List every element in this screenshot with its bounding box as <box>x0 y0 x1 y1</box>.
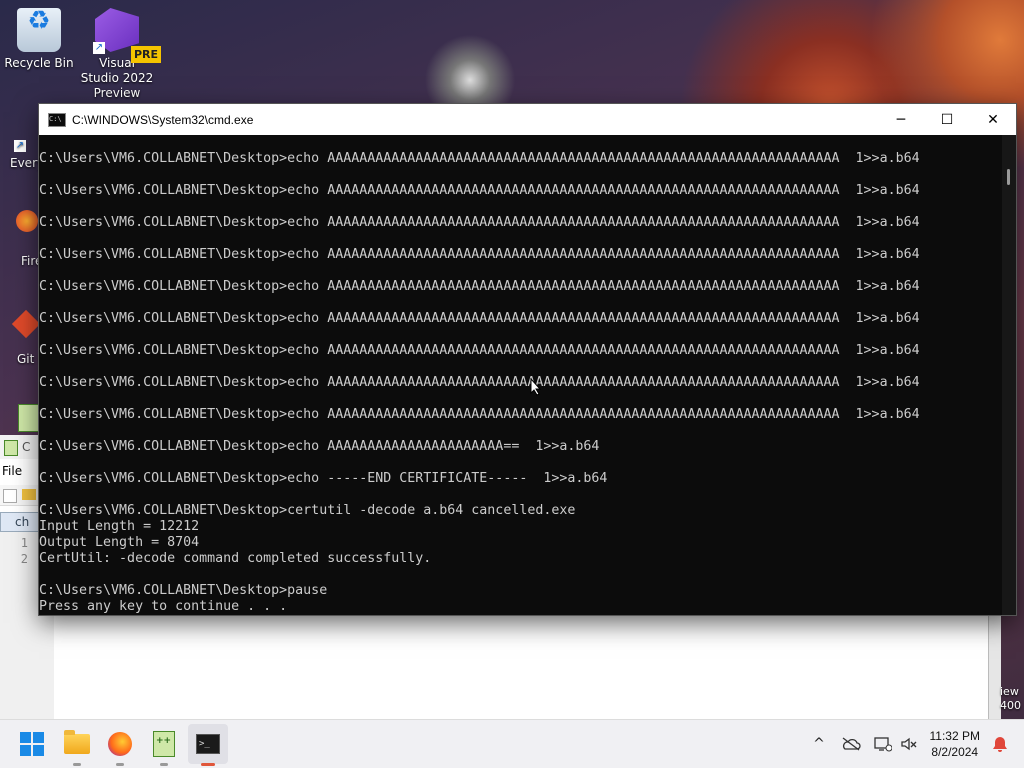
chevron-up-icon: ^ <box>813 736 825 752</box>
console-line: C:\Users\VM6.COLLABNET\Desktop>echo AAAA… <box>39 375 920 390</box>
tab-document[interactable]: ch <box>0 512 42 532</box>
system-clock[interactable]: 11:32 PM 8/2/2024 <box>930 728 980 760</box>
minimize-button[interactable]: ─ <box>878 104 924 135</box>
recycle-bin-icon <box>17 8 61 52</box>
edge-label: iew <box>1000 685 1019 698</box>
console-line: C:\Users\VM6.COLLABNET\Desktop>echo AAAA… <box>39 343 920 358</box>
vertical-scrollbar[interactable] <box>1002 135 1016 615</box>
taskbar-file-explorer[interactable] <box>61 728 93 766</box>
line-number: 1 <box>20 536 28 550</box>
pre-badge: PRE <box>131 46 162 63</box>
clock-time: 11:32 PM <box>929 729 980 743</box>
start-button[interactable] <box>16 728 48 760</box>
console-line: C:\Users\VM6.COLLABNET\Desktop>echo AAAA… <box>39 151 920 166</box>
cmd-app-icon: C:\ <box>48 112 66 127</box>
console-line: C:\Users\VM6.COLLABNET\Desktop>echo AAAA… <box>39 247 920 262</box>
open-file-icon[interactable] <box>22 489 36 500</box>
window-title: C <box>22 440 31 454</box>
console-line: C:\Users\VM6.COLLABNET\Desktop>echo AAAA… <box>39 279 920 294</box>
windows-logo-icon <box>20 732 44 756</box>
console-line: C:\Users\VM6.COLLABNET\Desktop>echo AAAA… <box>39 311 920 326</box>
firefox-icon <box>16 210 38 232</box>
console-line: C:\Users\VM6.COLLABNET\Desktop>certutil … <box>39 503 576 518</box>
console-line: C:\Users\VM6.COLLABNET\Desktop>echo AAAA… <box>39 407 920 422</box>
close-button[interactable]: ✕ <box>970 104 1016 135</box>
console-line: C:\Users\VM6.COLLABNET\Desktop>pause <box>39 583 328 598</box>
show-hidden-icons-button[interactable]: ^ <box>808 720 830 768</box>
console-line: C:\Users\VM6.COLLABNET\Desktop>echo AAAA… <box>39 215 920 230</box>
desktop-icon-recycle-bin[interactable]: Recycle Bin <box>1 8 77 71</box>
menu-file[interactable]: File <box>2 464 22 478</box>
notepadpp-icon <box>153 731 175 757</box>
mouse-cursor-icon <box>530 377 542 400</box>
running-indicator <box>201 763 215 766</box>
firefox-icon <box>108 732 132 756</box>
maximize-button[interactable]: ☐ <box>924 104 970 135</box>
network-icon[interactable] <box>870 720 896 768</box>
taskbar-notepadpp[interactable] <box>148 728 180 766</box>
notifications-bell-icon[interactable] <box>990 734 1010 754</box>
running-indicator <box>160 763 168 766</box>
new-file-icon[interactable] <box>3 489 17 503</box>
notepadpp-icon <box>4 440 18 456</box>
taskbar: >_ ^ 11:32 PM 8/2/2024 <box>0 719 1024 768</box>
line-number: 2 <box>20 552 28 566</box>
cmd-titlebar[interactable]: C:\ C:\WINDOWS\System32\cmd.exe ─ ☐ ✕ <box>39 104 1016 135</box>
console-line: C:\Users\VM6.COLLABNET\Desktop>echo ----… <box>39 471 608 486</box>
tab-label: ch <box>15 515 30 529</box>
edge-label: 400 <box>1000 699 1021 712</box>
console-line: Input Length = 12212 <box>39 519 200 534</box>
running-indicator <box>73 763 81 766</box>
volume-muted-icon[interactable] <box>898 720 920 768</box>
console-line: Press any key to continue . . . <box>39 599 288 614</box>
console-line: C:\Users\VM6.COLLABNET\Desktop>echo AAAA… <box>39 439 600 454</box>
taskbar-firefox[interactable] <box>104 728 136 766</box>
console-line: Output Length = 8704 <box>39 535 200 550</box>
cmd-window[interactable]: C:\ C:\WINDOWS\System32\cmd.exe ─ ☐ ✕ C:… <box>39 104 1016 615</box>
folder-icon <box>64 730 90 754</box>
console-output[interactable]: C:\Users\VM6.COLLABNET\Desktop>echo AAAA… <box>39 135 1002 615</box>
shortcut-arrow-icon: ↗ <box>14 140 26 152</box>
desktop-icon-label: Recycle Bin <box>4 56 74 70</box>
background-window-edge: iew 400 <box>1000 615 1024 720</box>
terminal-icon: >_ <box>196 734 220 754</box>
onedrive-icon[interactable] <box>838 720 864 768</box>
scrollbar-thumb[interactable] <box>1007 169 1010 185</box>
taskbar-command-prompt[interactable]: >_ <box>188 724 228 766</box>
shortcut-arrow-icon: ↗ <box>93 42 105 54</box>
running-indicator <box>116 763 124 766</box>
desktop-icon-visual-studio[interactable]: PRE ↗ Visual Studio 2022 Preview <box>79 8 162 101</box>
clock-date: 8/2/2024 <box>931 745 979 759</box>
console-line: C:\Users\VM6.COLLABNET\Desktop>echo AAAA… <box>39 183 920 198</box>
git-icon <box>11 309 41 339</box>
window-title: C:\WINDOWS\System32\cmd.exe <box>72 112 254 127</box>
console-line: CertUtil: -decode command completed succ… <box>39 551 432 566</box>
